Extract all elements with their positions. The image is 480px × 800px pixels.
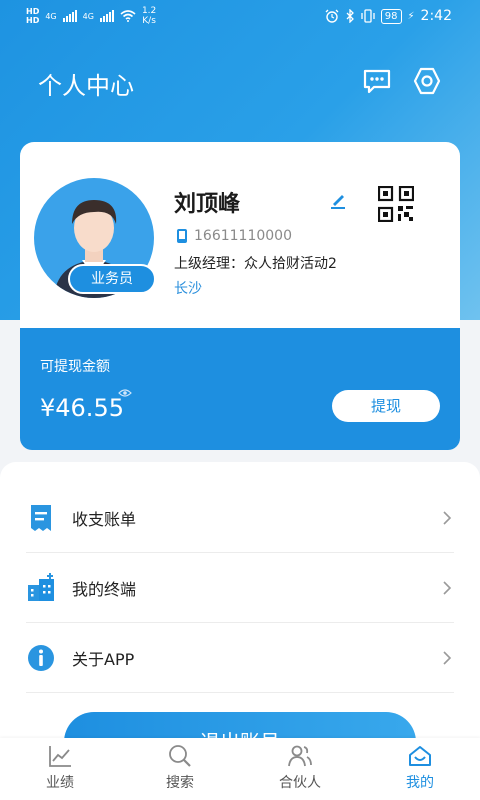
tab-label: 合伙人 bbox=[279, 775, 321, 791]
menu-item-terminals[interactable]: 我的终端 bbox=[26, 553, 454, 623]
wallet-label: 可提现金额 bbox=[40, 359, 110, 375]
menu-item-label: 收支账单 bbox=[72, 509, 137, 529]
chart-icon bbox=[49, 746, 71, 767]
bluetooth-icon bbox=[346, 9, 354, 23]
terminal-icon bbox=[28, 572, 54, 601]
menu-item-label: 关于APP bbox=[72, 649, 135, 669]
tab-mine[interactable]: 我的 bbox=[360, 738, 480, 800]
phone-icon bbox=[177, 229, 187, 243]
alarm-icon bbox=[325, 9, 339, 23]
signal-icon bbox=[62, 10, 77, 22]
page-title: 个人中心 bbox=[38, 72, 134, 100]
qr-code-icon[interactable] bbox=[378, 186, 414, 222]
role-badge: 业务员 bbox=[68, 264, 156, 294]
menu-item-bills[interactable]: 收支账单 bbox=[26, 483, 454, 553]
signal-type-2: 4G bbox=[82, 11, 94, 21]
wallet-card: 可提现金额 ¥46.55 提现 bbox=[20, 328, 460, 450]
signal-type-1: 4G bbox=[45, 11, 57, 21]
partner-icon bbox=[288, 745, 312, 767]
bill-icon bbox=[31, 504, 51, 531]
battery-icon: 98 bbox=[380, 8, 402, 24]
eye-icon[interactable] bbox=[118, 388, 132, 398]
info-icon bbox=[28, 644, 54, 671]
tab-partners[interactable]: 合伙人 bbox=[240, 738, 360, 800]
user-name: 刘顶峰 bbox=[174, 192, 241, 217]
menu-item-about[interactable]: 关于APP bbox=[26, 623, 454, 693]
vibrate-icon bbox=[361, 9, 375, 23]
network-speed: 1.2 K/s bbox=[141, 6, 157, 26]
manager-info: 上级经理：众人拾财活动2 bbox=[174, 256, 337, 272]
network-type: HD HD bbox=[26, 7, 40, 25]
bottom-tab-bar: 业绩 搜索 合伙人 我的 bbox=[0, 738, 480, 800]
city-label: 长沙 bbox=[174, 281, 202, 297]
phone-number: 16611110000 bbox=[194, 228, 292, 244]
signal-icon-2 bbox=[99, 10, 114, 22]
charging-icon: ⚡ bbox=[407, 10, 415, 22]
message-icon[interactable] bbox=[362, 66, 392, 96]
tab-label: 搜索 bbox=[166, 775, 194, 791]
tab-performance[interactable]: 业绩 bbox=[0, 738, 120, 800]
chevron-right-icon bbox=[443, 580, 452, 595]
balance-amount: ¥46.55 bbox=[40, 394, 124, 422]
chevron-right-icon bbox=[443, 510, 452, 525]
search-icon bbox=[169, 745, 191, 767]
status-bar: HD HD 4G 4G 1.2 K/s 98 ⚡ 2:42 bbox=[0, 0, 480, 34]
tab-search[interactable]: 搜索 bbox=[120, 738, 240, 800]
chevron-right-icon bbox=[443, 650, 452, 665]
menu-item-label: 我的终端 bbox=[72, 579, 137, 599]
home-icon bbox=[409, 746, 431, 766]
tab-label: 业绩 bbox=[46, 775, 74, 791]
profile-card: 业务员 刘顶峰 16611110000 上级经理：众人拾财活动2 长沙 bbox=[20, 142, 460, 328]
phone-row: 16611110000 bbox=[176, 228, 292, 244]
edit-icon[interactable] bbox=[328, 190, 348, 210]
settings-icon[interactable] bbox=[412, 66, 442, 96]
withdraw-button[interactable]: 提现 bbox=[332, 390, 440, 422]
wifi-icon bbox=[120, 10, 136, 22]
tab-label: 我的 bbox=[406, 775, 434, 791]
clock: 2:42 bbox=[420, 8, 452, 24]
